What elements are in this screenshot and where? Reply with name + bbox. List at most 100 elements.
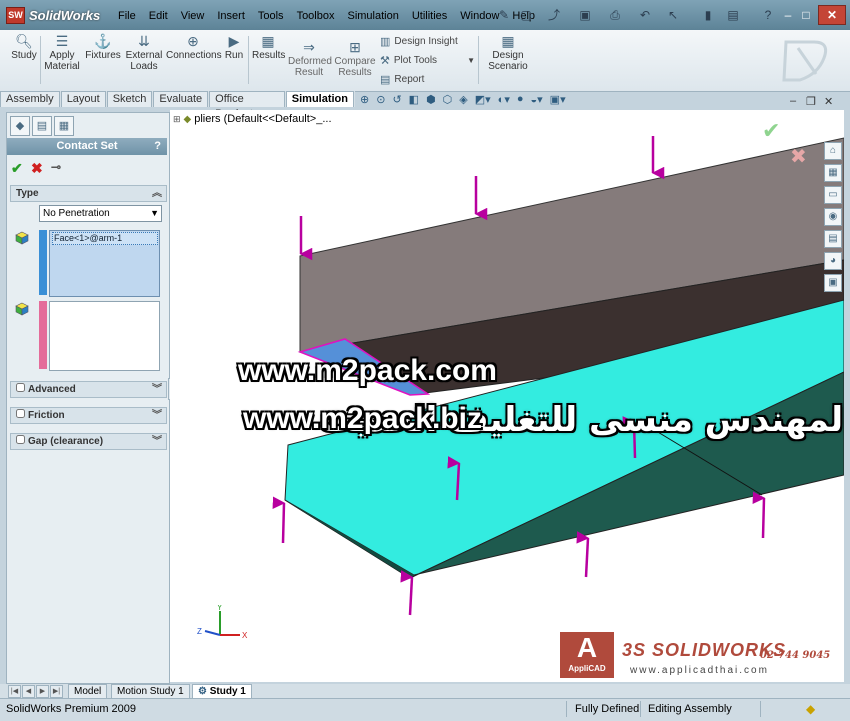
custom-properties-icon[interactable]: ▣: [824, 274, 842, 292]
new-document-icon[interactable]: ▢: [518, 8, 534, 22]
face-selection-item[interactable]: Face<1>@arm-1: [52, 232, 158, 245]
close-window-icon[interactable]: ✕: [818, 5, 846, 25]
minimize-icon[interactable]: –: [780, 8, 796, 22]
save-icon[interactable]: ▣: [577, 8, 593, 22]
tab-sketch[interactable]: Sketch: [106, 91, 153, 107]
tab-evaluate[interactable]: Evaluate: [153, 91, 209, 107]
design-library-icon[interactable]: ▦: [824, 164, 842, 182]
scene-icon[interactable]: ◒▾: [531, 93, 543, 109]
gap-group-header[interactable]: Gap (clearance) ︾: [10, 433, 167, 450]
maximize-icon[interactable]: □: [798, 8, 814, 22]
home-icon[interactable]: ⌂: [824, 142, 842, 160]
menu-tools[interactable]: Tools: [258, 10, 284, 22]
tab-assembly[interactable]: Assembly: [0, 91, 60, 107]
external-loads-label-1: External: [125, 50, 163, 61]
shaded-icon[interactable]: ⬢: [426, 93, 436, 109]
pin-icon[interactable]: ✎: [496, 8, 512, 22]
menu-view[interactable]: View: [181, 10, 205, 22]
first-tab-icon[interactable]: |◀: [8, 685, 21, 698]
command-manager-tabs: Assembly Layout Sketch Evaluate Office P…: [0, 91, 355, 120]
tab-layout[interactable]: Layout: [60, 91, 106, 107]
help-icon[interactable]: ?: [760, 8, 776, 22]
appearance-icon[interactable]: ●: [517, 93, 524, 109]
section-view-icon[interactable]: ◧: [409, 93, 419, 109]
view-orientation-icon[interactable]: ◩▾: [475, 93, 491, 109]
menu-utilities[interactable]: Utilities: [412, 10, 447, 22]
file-explorer-icon[interactable]: ▭: [824, 186, 842, 204]
fixtures-button[interactable]: ⚓ Fixtures: [84, 34, 122, 61]
tab-model[interactable]: Model: [68, 684, 108, 699]
shaded-edges-icon[interactable]: ⬡: [443, 93, 453, 109]
plot-tools-button[interactable]: ⚒ Plot Tools ▼: [380, 54, 475, 67]
advanced-checkbox[interactable]: [16, 383, 25, 392]
faces-set2-list[interactable]: [49, 301, 160, 371]
feature-tree-tab-icon[interactable]: ◆: [10, 116, 30, 136]
apply-material-button[interactable]: ☰ Apply Material: [44, 34, 80, 72]
view-palette-icon[interactable]: ▤: [824, 230, 842, 248]
open-document-icon[interactable]: ⤴: [546, 8, 562, 22]
report-button[interactable]: ▤ Report: [380, 73, 424, 86]
options-icon[interactable]: ▤: [725, 8, 741, 22]
confirm-corner-ok-icon[interactable]: ✔: [762, 118, 780, 144]
study-button[interactable]: 🔍︎ Study: [10, 34, 38, 61]
faces-set1-list[interactable]: Face<1>@arm-1: [49, 230, 160, 297]
rebuild-icon[interactable]: ▮: [700, 8, 716, 22]
previous-view-icon[interactable]: ↺: [392, 93, 401, 109]
design-insight-button[interactable]: ▥ Design Insight: [380, 35, 458, 48]
menu-toolbox[interactable]: Toolbox: [297, 10, 335, 22]
cancel-x-icon[interactable]: ✖: [31, 160, 43, 177]
graphics-area[interactable]: ⊞ ◆ pliers (Default<<Default>_... ✔ ✖ ⌂ …: [170, 110, 844, 682]
wireframe-icon[interactable]: ◈: [459, 93, 467, 109]
viewport-close-icon[interactable]: ✕: [824, 95, 833, 108]
advanced-label: Advanced: [28, 384, 76, 395]
friction-checkbox[interactable]: [16, 409, 25, 418]
search-icon[interactable]: ◉: [824, 208, 842, 226]
tab-simulation[interactable]: Simulation: [285, 91, 354, 107]
display-states-icon[interactable]: ▣▾: [550, 93, 566, 109]
zoom-area-icon[interactable]: ⊙: [376, 93, 385, 109]
quick-tips-icon[interactable]: ◆: [806, 702, 815, 716]
run-button[interactable]: ▶ Run: [223, 34, 245, 61]
design-scenario-button[interactable]: ▦ Design Scenario: [486, 34, 530, 72]
configuration-tab-icon[interactable]: ▦: [54, 116, 74, 136]
hide-show-icon[interactable]: ◐▾: [498, 93, 510, 109]
last-tab-icon[interactable]: ▶|: [50, 685, 63, 698]
deformed-result-button[interactable]: ⇒ Deformed Result: [288, 40, 332, 78]
undo-icon[interactable]: ↶: [637, 8, 653, 22]
watermark-url-com: www.m2pack.com: [238, 354, 497, 387]
confirm-corner-cancel-icon[interactable]: ✖: [790, 144, 807, 169]
connections-button[interactable]: ⊕ Connections: [166, 34, 222, 61]
results-button[interactable]: ▦ Results: [252, 34, 285, 61]
menu-window[interactable]: Window: [460, 10, 499, 22]
plot-tools-dropdown-icon[interactable]: ▼: [467, 56, 475, 65]
type-group-header[interactable]: Type ︽: [10, 185, 167, 202]
next-tab-icon[interactable]: ▶: [36, 685, 49, 698]
contact-type-select[interactable]: No Penetration ▼: [39, 205, 162, 222]
help-button[interactable]: ?: [154, 138, 161, 155]
tab-study[interactable]: ⚙ Study 1: [192, 684, 252, 699]
appearances-icon[interactable]: ◕: [824, 252, 842, 270]
tab-office-products[interactable]: Office Products: [209, 91, 285, 120]
gap-checkbox[interactable]: [16, 435, 25, 444]
menu-file[interactable]: File: [118, 10, 136, 22]
print-icon[interactable]: ⎙: [607, 8, 623, 22]
external-loads-button[interactable]: ⇊ External Loads: [124, 34, 164, 72]
expand-plus-icon[interactable]: ⊞: [173, 114, 181, 125]
select-icon[interactable]: ↖: [665, 8, 681, 22]
advanced-group-header[interactable]: Advanced ︾: [10, 381, 167, 398]
app-logo[interactable]: SW SolidWorks: [6, 7, 100, 24]
property-manager-tab-icon[interactable]: ▤: [32, 116, 52, 136]
menu-edit[interactable]: Edit: [149, 10, 168, 22]
friction-group-header[interactable]: Friction ︾: [10, 407, 167, 424]
menu-simulation[interactable]: Simulation: [347, 10, 398, 22]
viewport-restore-icon[interactable]: ❐: [806, 95, 816, 108]
pushpin-icon[interactable]: ⊸: [51, 160, 61, 174]
ok-check-icon[interactable]: ✔: [11, 160, 23, 177]
compare-results-button[interactable]: ⊞ Compare Results: [334, 40, 376, 78]
viewport-minimize-icon[interactable]: –: [790, 95, 796, 107]
feature-tree-flyout[interactable]: ⊞ ◆ pliers (Default<<Default>_...: [173, 113, 332, 125]
tab-motion-study[interactable]: Motion Study 1: [111, 684, 190, 699]
menu-insert[interactable]: Insert: [217, 10, 245, 22]
prev-tab-icon[interactable]: ◀: [22, 685, 35, 698]
zoom-to-fit-icon[interactable]: ⊕: [360, 93, 369, 109]
